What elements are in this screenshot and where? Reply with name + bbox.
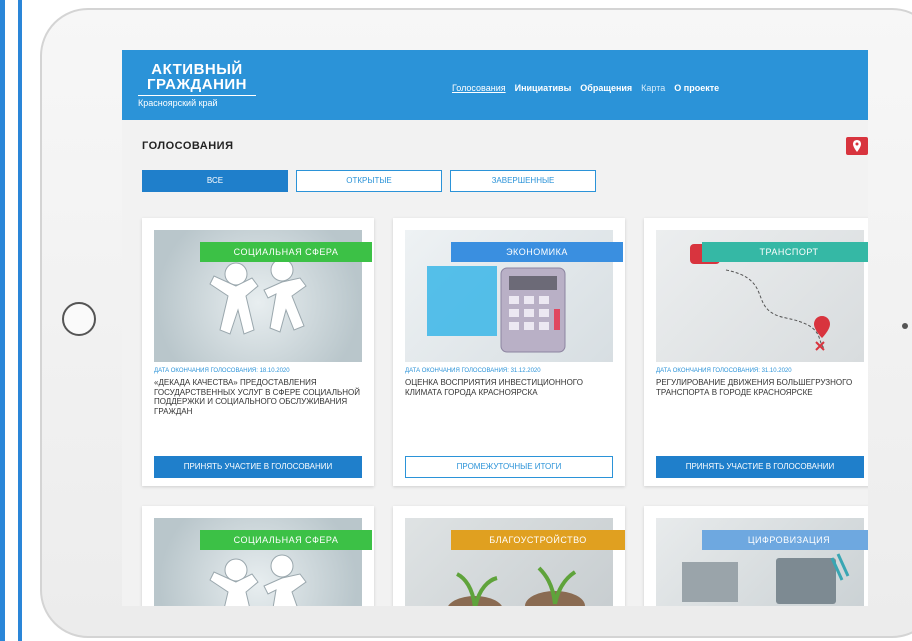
vote-end-date: ДАТА ОКОНЧАНИЯ ГОЛОСОВАНИЯ: 18.10.2020 [154,368,290,374]
vote-card: ЦИФРОВИЗАЦИЯ [644,506,868,606]
vote-title[interactable]: «ДЕКАДА КАЧЕСТВА» ПРЕДОСТАВЛЕНИЯ ГОСУДАР… [154,378,364,416]
participate-button[interactable]: ПРИНЯТЬ УЧАСТИЕ В ГОЛОСОВАНИИ [656,456,864,478]
category-tag: ЭКОНОМИКА [451,242,623,262]
filter-all[interactable]: ВСЕ [142,170,288,192]
nav-votes[interactable]: Голосования [452,83,506,93]
filter-tabs: ВСЕ ОТКРЫТЫЕ ЗАВЕРШЕННЫЕ [142,170,596,192]
category-tag: СОЦИАЛЬНАЯ СФЕРА [200,242,372,262]
category-tag: БЛАГОУСТРОЙСТВО [451,530,625,550]
logo-region: Красноярский край [138,95,256,109]
tablet-home-button [62,302,96,336]
vote-card: БЛАГОУСТРОЙСТВО [393,506,625,606]
page-title: ГОЛОСОВАНИЯ [142,140,234,152]
tablet-camera [902,323,908,329]
nav-appeals[interactable]: Обращения [580,83,632,93]
category-tag: ТРАНСПОРТ [702,242,868,262]
logo-line-2: ГРАЖДАНИН [146,76,248,93]
vote-card: СОЦИАЛЬНАЯ СФЕРА [142,506,374,606]
vote-card: ТРАНСПОРТ ДАТА ОКОНЧАНИЯ ГОЛОСОВАНИЯ: 31… [644,218,868,486]
filter-completed[interactable]: ЗАВЕРШЕННЫЕ [450,170,596,192]
map-pin-icon [853,140,861,152]
left-border-bar-inner [18,0,22,641]
vote-end-date: ДАТА ОКОНЧАНИЯ ГОЛОСОВАНИЯ: 31.10.2020 [656,368,792,374]
interim-results-button[interactable]: ПРОМЕЖУТОЧНЫЕ ИТОГИ [405,456,613,478]
category-tag: ЦИФРОВИЗАЦИЯ [702,530,868,550]
vote-title[interactable]: ОЦЕНКА ВОСПРИЯТИЯ ИНВЕСТИЦИОННОГО КЛИМАТ… [405,378,615,397]
participate-button[interactable]: ПРИНЯТЬ УЧАСТИЕ В ГОЛОСОВАНИИ [154,456,362,478]
vote-card: ЭКОНОМИКА ДАТА ОКОНЧАНИЯ ГОЛОСОВАНИЯ: 31… [393,218,625,486]
main-nav: Голосования Инициативы Обращения Карта О… [452,83,719,93]
left-border-bar [0,0,5,641]
nav-map[interactable]: Карта [641,83,665,93]
logo-line-1: АКТИВНЫЙ [151,61,243,78]
site-header: АКТИВНЫЙ ГРАЖДАНИН Красноярский край Гол… [122,50,868,120]
filter-open[interactable]: ОТКРЫТЫЕ [296,170,442,192]
nav-initiatives[interactable]: Инициативы [515,83,572,93]
site-logo[interactable]: АКТИВНЫЙ ГРАЖДАНИН Красноярский край [138,62,256,109]
map-pin-button[interactable] [846,137,868,155]
vote-title[interactable]: РЕГУЛИРОВАНИЕ ДВИЖЕНИЯ БОЛЬШЕГРУЗНОГО ТР… [656,378,866,397]
category-tag: СОЦИАЛЬНАЯ СФЕРА [200,530,372,550]
tablet-screen: АКТИВНЫЙ ГРАЖДАНИН Красноярский край Гол… [122,50,868,606]
vote-card: СОЦИАЛЬНАЯ СФЕРА ДАТА ОКОНЧАНИЯ ГОЛОСОВА… [142,218,374,486]
vote-end-date: ДАТА ОКОНЧАНИЯ ГОЛОСОВАНИЯ: 31.12.2020 [405,368,541,374]
nav-about[interactable]: О проекте [674,83,719,93]
